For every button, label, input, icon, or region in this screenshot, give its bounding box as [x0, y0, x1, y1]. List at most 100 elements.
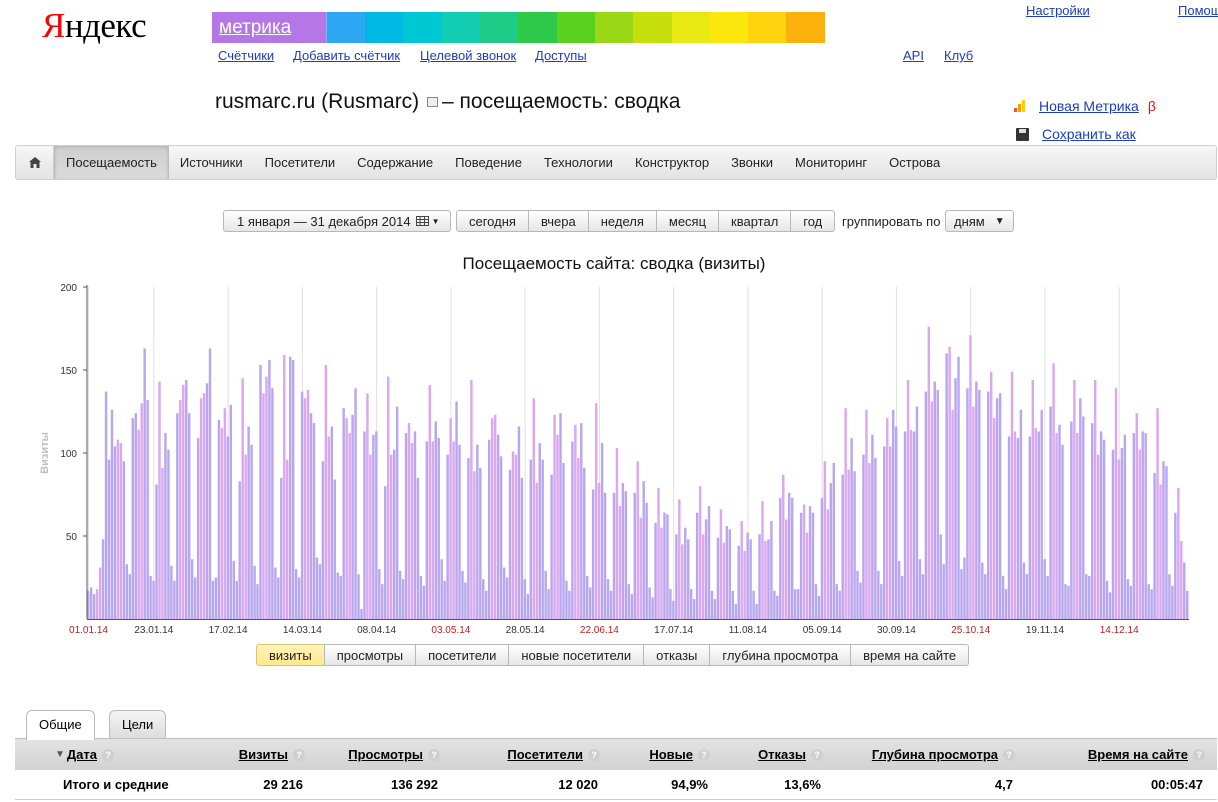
bar[interactable]	[966, 388, 969, 619]
bar[interactable]	[479, 467, 482, 619]
bar[interactable]	[532, 398, 535, 619]
bar[interactable]	[547, 589, 550, 619]
column-header-label[interactable]: Визиты	[239, 747, 288, 762]
period-button[interactable]: год	[790, 210, 836, 232]
bar[interactable]	[324, 365, 328, 619]
bar[interactable]	[113, 446, 117, 619]
bar[interactable]	[790, 497, 794, 619]
nav-item[interactable]: Мониторинг	[784, 146, 878, 179]
metric-button[interactable]: просмотры	[323, 644, 417, 666]
bar[interactable]	[767, 539, 770, 619]
bar[interactable]	[553, 414, 556, 619]
bar[interactable]	[912, 431, 916, 619]
bar[interactable]	[788, 492, 791, 619]
bar[interactable]	[615, 448, 619, 619]
bar[interactable]	[505, 577, 509, 620]
bar[interactable]	[431, 441, 434, 619]
bar[interactable]	[490, 418, 494, 619]
bar[interactable]	[416, 477, 420, 619]
bar[interactable]	[449, 418, 452, 619]
column-header[interactable]: Новые?	[615, 739, 710, 770]
bar[interactable]	[375, 431, 378, 619]
bar[interactable]	[330, 426, 334, 619]
bar[interactable]	[89, 587, 93, 619]
target-call-link[interactable]: Целевой звонок	[420, 48, 516, 63]
bar[interactable]	[630, 594, 634, 619]
bar[interactable]	[1001, 575, 1005, 619]
column-header-label[interactable]: Отказы	[758, 747, 806, 762]
bar[interactable]	[369, 454, 372, 619]
bar[interactable]	[214, 577, 218, 620]
bar[interactable]	[1049, 406, 1052, 619]
bar[interactable]	[758, 534, 761, 619]
bar[interactable]	[1177, 487, 1180, 619]
bar[interactable]	[945, 353, 948, 619]
bar[interactable]	[387, 376, 390, 619]
bar[interactable]	[672, 600, 675, 619]
help-icon[interactable]: ?	[811, 748, 823, 761]
nav-item[interactable]: Звонки	[720, 146, 784, 179]
nav-item[interactable]: Конструктор	[624, 146, 720, 179]
bar[interactable]	[422, 585, 426, 619]
bar[interactable]	[874, 457, 877, 619]
bar[interactable]	[306, 389, 310, 619]
bar[interactable]	[458, 444, 461, 619]
bar[interactable]	[1129, 585, 1133, 619]
column-header-label[interactable]: Дата	[67, 747, 97, 762]
bar[interactable]	[577, 457, 580, 619]
bar[interactable]	[384, 486, 387, 619]
bar[interactable]	[1186, 590, 1189, 619]
bar[interactable]	[256, 584, 259, 619]
bar[interactable]	[104, 391, 108, 619]
bar[interactable]	[95, 589, 99, 619]
metric-button[interactable]: визиты	[256, 644, 325, 666]
bar[interactable]	[1061, 444, 1064, 619]
bar[interactable]	[1058, 424, 1061, 619]
date-range-picker[interactable]: 1 января — 31 декабря 2014 ▼	[223, 210, 451, 232]
bar[interactable]	[752, 590, 755, 619]
bar[interactable]	[1117, 459, 1121, 619]
bar[interactable]	[360, 609, 363, 619]
group-by-select[interactable]: дням ▼	[945, 210, 1014, 232]
bar[interactable]	[1085, 574, 1088, 619]
bar[interactable]	[211, 580, 215, 619]
bar[interactable]	[496, 434, 500, 619]
bar[interactable]	[238, 481, 241, 619]
bar[interactable]	[936, 389, 939, 619]
bar[interactable]	[116, 439, 120, 619]
bar[interactable]	[933, 381, 936, 619]
period-button[interactable]: квартал	[718, 210, 792, 232]
bar[interactable]	[294, 569, 298, 619]
bar[interactable]	[173, 580, 176, 619]
bar[interactable]	[339, 575, 342, 619]
bar[interactable]	[529, 459, 533, 619]
bar[interactable]	[954, 378, 957, 619]
bar[interactable]	[710, 590, 714, 619]
bar[interactable]	[606, 579, 610, 619]
bar[interactable]	[232, 560, 235, 619]
bar[interactable]	[559, 413, 562, 619]
bar[interactable]	[704, 519, 708, 619]
bar[interactable]	[128, 574, 132, 619]
bar[interactable]	[291, 360, 295, 619]
bar[interactable]	[1099, 431, 1103, 619]
column-header[interactable]: ▼ Дата?	[55, 739, 187, 770]
bar[interactable]	[636, 461, 639, 619]
bar[interactable]	[737, 545, 740, 619]
bar[interactable]	[401, 579, 405, 619]
nav-item[interactable]: Источники	[169, 146, 254, 179]
bar[interactable]	[823, 461, 827, 619]
column-header[interactable]: Визиты?	[215, 739, 305, 770]
bar[interactable]	[773, 590, 776, 619]
bar[interactable]	[764, 540, 767, 619]
bar[interactable]	[185, 379, 188, 619]
bar[interactable]	[351, 414, 354, 619]
bar[interactable]	[865, 409, 868, 619]
help-icon[interactable]: ?	[428, 748, 440, 761]
nav-home[interactable]	[16, 146, 54, 179]
bar[interactable]	[728, 529, 732, 619]
bar[interactable]	[1052, 363, 1055, 619]
bar[interactable]	[152, 580, 155, 619]
bar[interactable]	[262, 393, 265, 619]
bar[interactable]	[523, 579, 527, 619]
